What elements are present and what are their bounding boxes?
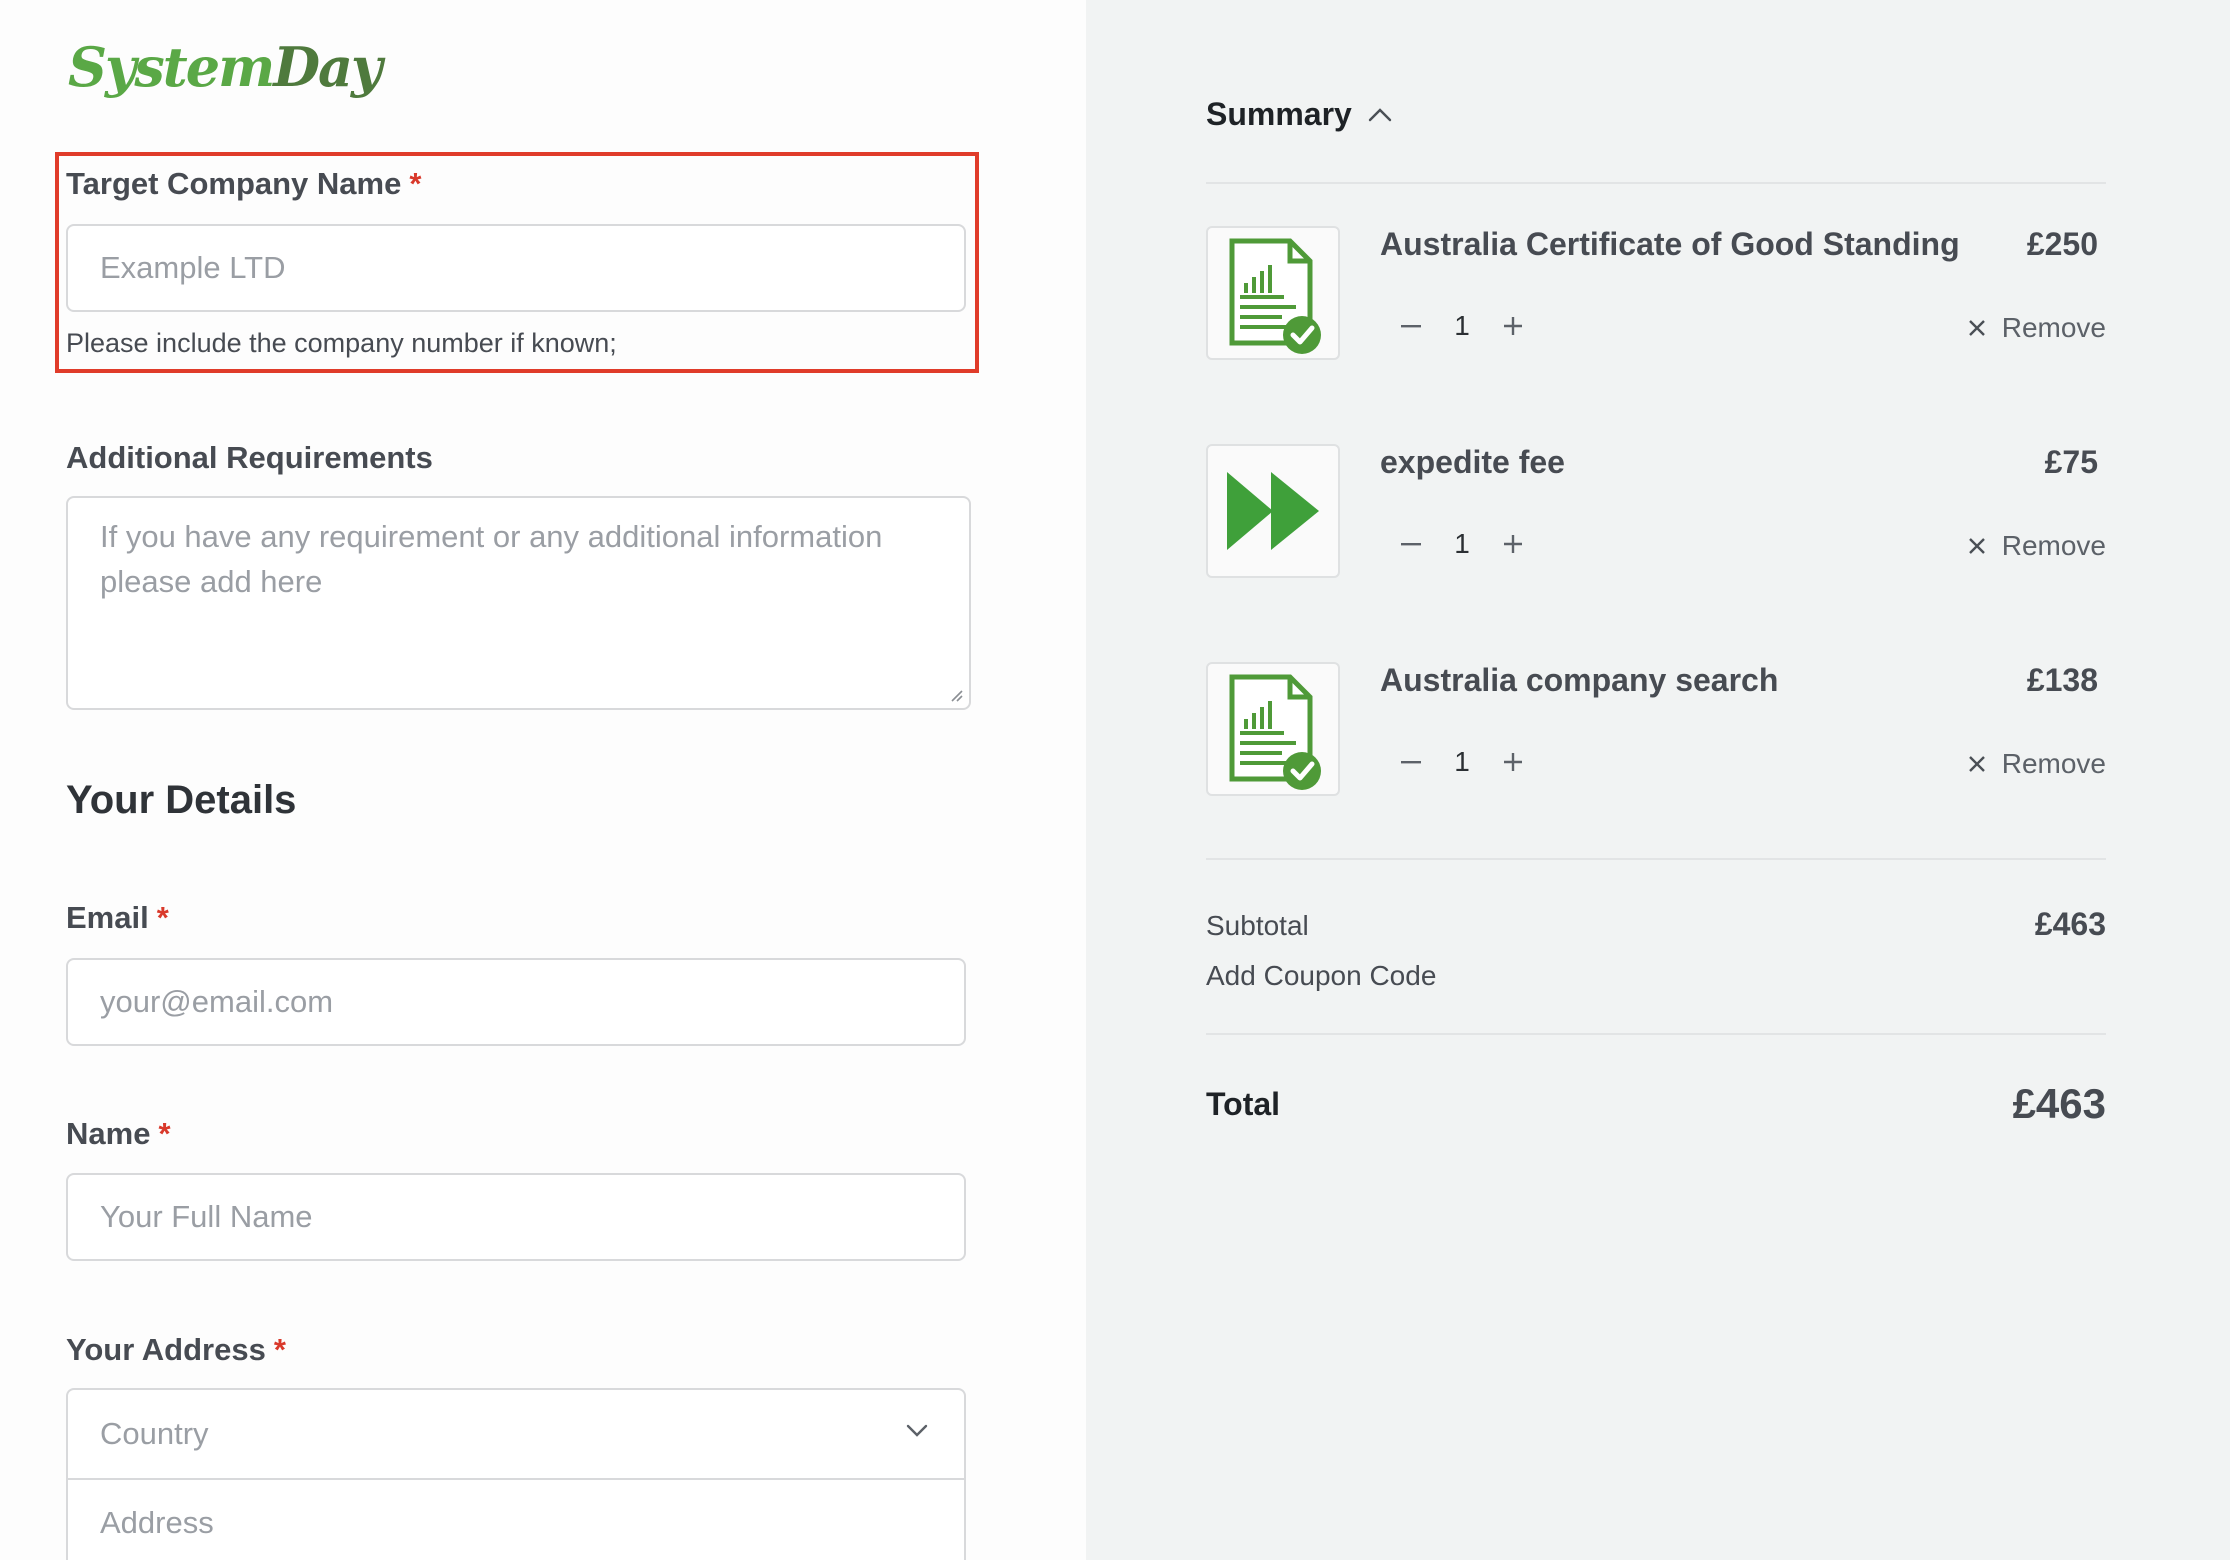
minus-icon <box>1401 325 1421 328</box>
name-input[interactable]: Your Full Name <box>66 1173 966 1261</box>
checkout-page: SystemDay Target Company Name * Example L… <box>0 0 2230 1560</box>
fast-forward-icon <box>1206 444 1340 578</box>
item-price: £138 <box>2026 662 2098 698</box>
minus-icon <box>1401 761 1421 764</box>
minus-icon <box>1401 543 1421 546</box>
address-group: Country Address <box>66 1388 966 1560</box>
remove-button[interactable]: Remove <box>1968 312 2106 344</box>
required-mark: * <box>409 166 422 201</box>
additional-requirements-textarea[interactable]: If you have any requirement or any addit… <box>66 496 971 710</box>
close-icon <box>1968 756 1985 772</box>
quantity-stepper: 1 <box>1396 746 1528 778</box>
email-input[interactable]: your@email.com <box>66 958 966 1046</box>
close-icon <box>1968 538 1985 554</box>
item-name: Australia Certificate of Good Standing <box>1380 226 1960 262</box>
chevron-down-icon <box>906 1424 928 1437</box>
total-label: Total <box>1206 1086 1281 1122</box>
resize-handle-icon[interactable] <box>949 688 963 702</box>
your-details-heading: Your Details <box>66 778 297 822</box>
remove-button[interactable]: Remove <box>1968 530 2106 562</box>
required-mark: * <box>158 1116 171 1151</box>
items-divider <box>1206 858 2106 860</box>
quantity-stepper: 1 <box>1396 310 1528 342</box>
add-coupon-link[interactable]: Add Coupon Code <box>1206 960 1436 992</box>
quantity-value[interactable]: 1 <box>1426 746 1498 778</box>
address-input[interactable]: Address <box>68 1478 964 1560</box>
item-name: expedite fee <box>1380 444 1565 480</box>
required-mark: * <box>156 900 169 935</box>
decrease-button[interactable] <box>1396 747 1426 777</box>
totals-divider <box>1206 1033 2106 1035</box>
subtotal-value: £463 <box>2034 906 2106 942</box>
remove-button[interactable]: Remove <box>1968 748 2106 780</box>
systemday-logo[interactable]: SystemDay <box>68 34 382 100</box>
subtotal-label: Subtotal <box>1206 910 1309 941</box>
increase-button[interactable] <box>1498 311 1528 341</box>
address-label: Your Address * <box>66 1332 286 1367</box>
cart-item: expedite fee £75 1 Remove <box>1206 444 2106 584</box>
decrease-button[interactable] <box>1396 529 1426 559</box>
item-name: Australia company search <box>1380 662 1779 698</box>
quantity-value[interactable]: 1 <box>1426 310 1498 342</box>
order-form-panel: SystemDay Target Company Name * Example L… <box>0 0 1086 1560</box>
country-select[interactable]: Country <box>68 1390 964 1478</box>
order-summary-panel: Summary Australia Certificate of Good St… <box>1086 0 2230 1560</box>
quantity-value[interactable]: 1 <box>1426 528 1498 560</box>
summary-divider <box>1206 182 2106 184</box>
certificate-icon <box>1206 662 1340 796</box>
item-price: £75 <box>2044 444 2098 480</box>
target-company-label: Target Company Name * <box>66 166 422 201</box>
plus-icon <box>1504 317 1522 335</box>
total-value: £463 <box>2012 1080 2106 1127</box>
name-label: Name * <box>66 1116 171 1151</box>
email-label: Email * <box>66 900 169 935</box>
required-mark: * <box>273 1332 286 1367</box>
certificate-icon <box>1206 226 1340 360</box>
quantity-stepper: 1 <box>1396 528 1528 560</box>
additional-requirements-label: Additional Requirements <box>66 440 433 475</box>
increase-button[interactable] <box>1498 747 1528 777</box>
increase-button[interactable] <box>1498 529 1528 559</box>
plus-icon <box>1504 535 1522 553</box>
close-icon <box>1968 320 1985 336</box>
target-company-input[interactable]: Example LTD <box>66 224 966 312</box>
plus-icon <box>1504 753 1522 771</box>
cart-item: Australia company search £138 1 Remove <box>1206 662 2106 802</box>
target-company-help-text: Please include the company number if kno… <box>66 328 617 358</box>
summary-toggle[interactable]: Summary <box>1206 96 1392 133</box>
chevron-up-icon <box>1368 107 1392 121</box>
cart-item: Australia Certificate of Good Standing £… <box>1206 226 2106 366</box>
decrease-button[interactable] <box>1396 311 1426 341</box>
item-price: £250 <box>2026 226 2098 262</box>
